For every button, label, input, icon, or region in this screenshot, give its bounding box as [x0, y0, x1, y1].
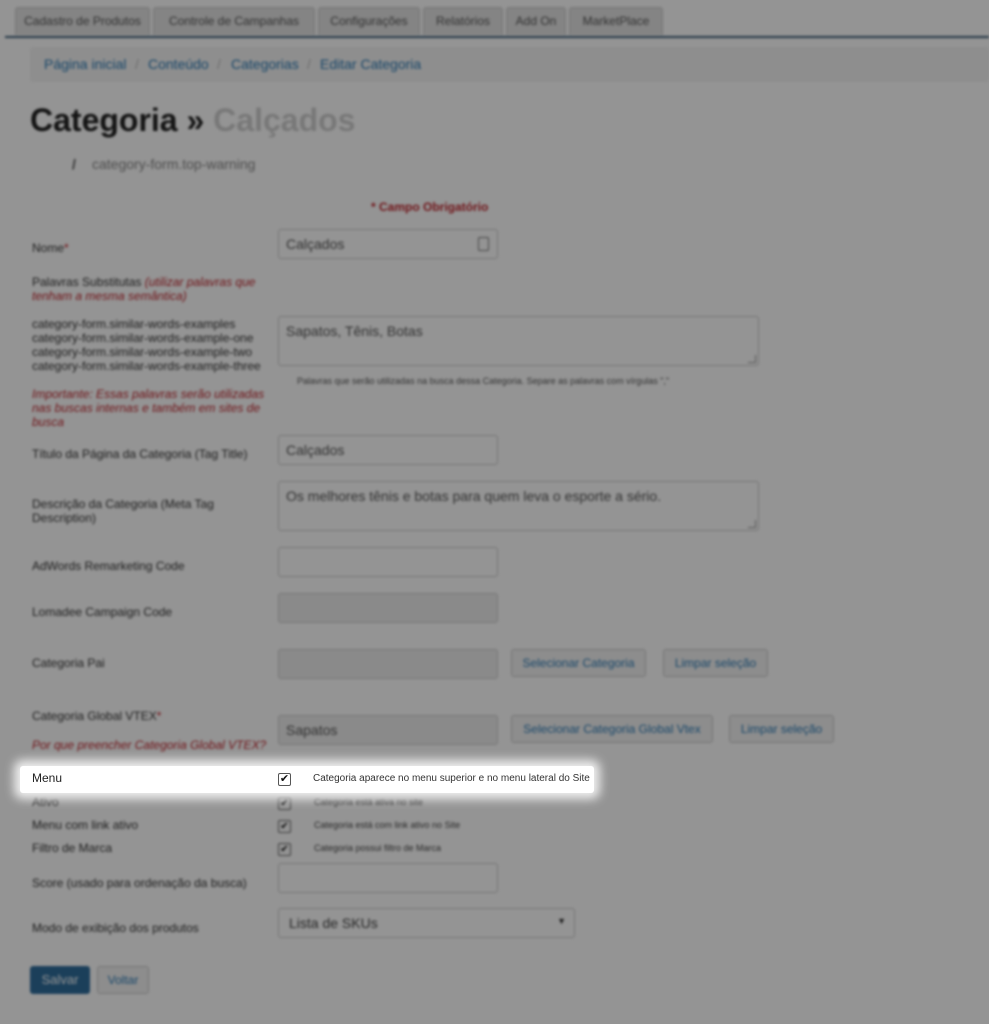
breadcrumb-editar-categoria[interactable]: Editar Categoria — [320, 56, 421, 72]
score-label: Score (usado para ordenação da busca) — [32, 876, 247, 890]
chevron-down-icon: ▼ — [557, 916, 566, 926]
menu-link-label: Menu com link ativo — [32, 818, 139, 832]
page-title-category: Calçados — [213, 102, 356, 138]
breadcrumb: Página inicial / Conteúdo / Categorias /… — [30, 47, 989, 82]
select-parent-category-button[interactable]: Selecionar Categoria — [511, 649, 646, 677]
adwords-field[interactable] — [278, 547, 498, 577]
breadcrumb-conteudo[interactable]: Conteúdo — [148, 56, 209, 72]
breadcrumb-separator: / — [307, 56, 311, 72]
menu-link-desc: Categoria está com link ativo no Site — [314, 820, 461, 830]
active-label: Ativo — [32, 795, 59, 809]
back-button[interactable]: Voltar — [97, 966, 149, 994]
lomadee-label: Lomadee Campaign Code — [32, 605, 173, 619]
page-title-field[interactable]: Calçados — [278, 435, 498, 465]
substitute-words-label: Palavras Substitutas (utilizar palavras … — [32, 275, 256, 303]
breadcrumb-home[interactable]: Página inicial — [44, 56, 127, 72]
tab-configuracoes[interactable]: Configurações — [318, 7, 420, 35]
required-notice: * Campo Obrigatório — [371, 200, 489, 214]
parent-category-label: Categoria Pai — [32, 656, 105, 670]
clear-global-category-button[interactable]: Limpar seleção — [729, 715, 834, 743]
page-title-label: Título da Página da Categoria (Tag Title… — [32, 447, 248, 461]
top-navigation: Cadastro de Produtos Controle de Campanh… — [5, 0, 989, 38]
save-button[interactable]: Salvar — [30, 966, 90, 994]
brand-filter-desc: Categoria possui filtro de Marca — [314, 843, 442, 853]
name-field[interactable]: Calçados — [278, 229, 498, 259]
breadcrumb-categorias[interactable]: Categorias — [231, 56, 299, 72]
menu-link-checkbox[interactable]: ✔ — [278, 820, 291, 833]
menu-label: Menu — [32, 771, 63, 785]
clear-parent-category-button[interactable]: Limpar seleção — [663, 649, 768, 677]
page-content: Cadastro de Produtos Controle de Campanh… — [0, 0, 989, 1024]
warning-icon: / — [72, 156, 76, 172]
brand-filter-label: Filtro de Marca — [32, 841, 113, 855]
similar-words-examples: category-form.similar-words-examples cat… — [32, 317, 261, 373]
meta-description-field[interactable]: Os melhores tênis e botas para quem leva… — [278, 481, 759, 531]
name-label: Nome* — [32, 241, 69, 255]
select-global-category-button[interactable]: Selecionar Categoria Global Vtex — [511, 715, 713, 743]
tab-controle-de-campanhas[interactable]: Controle de Campanhas — [153, 7, 315, 35]
menu-checkbox[interactable]: ✔ — [278, 773, 291, 786]
resize-handle-icon[interactable] — [748, 520, 756, 528]
menu-row-highlight: Menu ✔ Categoria aparece no menu superio… — [20, 766, 594, 793]
parent-category-field — [278, 649, 498, 679]
tab-add-on[interactable]: Add On — [506, 7, 566, 35]
substitute-words-help: Palavras que serão utilizadas na busca d… — [297, 376, 670, 386]
breadcrumb-separator: / — [135, 56, 139, 72]
lomadee-field[interactable] — [278, 593, 498, 623]
global-category-why-link[interactable]: Por que preencher Categoria Global VTEX? — [32, 738, 266, 752]
substitute-words-important: Importante: Essas palavras serão utiliza… — [32, 387, 265, 429]
display-mode-label: Modo de exibição dos produtos — [32, 921, 199, 935]
active-desc: Categoria está ativa no site — [314, 797, 424, 807]
adwords-label: AdWords Remarketing Code — [32, 559, 185, 573]
breadcrumb-separator: / — [217, 56, 221, 72]
meta-description-label: Descrição da Categoria (Meta Tag Descrip… — [32, 497, 214, 525]
score-field[interactable] — [278, 863, 498, 893]
menu-desc: Categoria aparece no menu superior e no … — [313, 773, 590, 784]
page-title-main: Categoria » — [30, 102, 205, 138]
brand-filter-checkbox[interactable]: ✔ — [278, 843, 291, 856]
tab-relatorios[interactable]: Relatórios — [423, 7, 503, 35]
resize-handle-icon[interactable] — [748, 355, 756, 363]
global-category-label: Categoria Global VTEX* — [32, 709, 162, 723]
tab-marketplace[interactable]: MarketPlace — [569, 7, 663, 35]
global-category-field: Sapatos — [278, 715, 498, 745]
display-mode-select[interactable]: Lista de SKUs ▼ — [278, 908, 575, 938]
active-checkbox[interactable]: ✔ — [278, 797, 291, 810]
top-warning-text: category-form.top-warning — [92, 156, 256, 172]
page-title: Categoria » Calçados — [30, 102, 355, 139]
field-badge-icon — [478, 237, 489, 251]
substitute-words-field[interactable]: Sapatos, Tênis, Botas — [278, 316, 759, 366]
tab-cadastro-de-produtos[interactable]: Cadastro de Produtos — [15, 7, 150, 35]
